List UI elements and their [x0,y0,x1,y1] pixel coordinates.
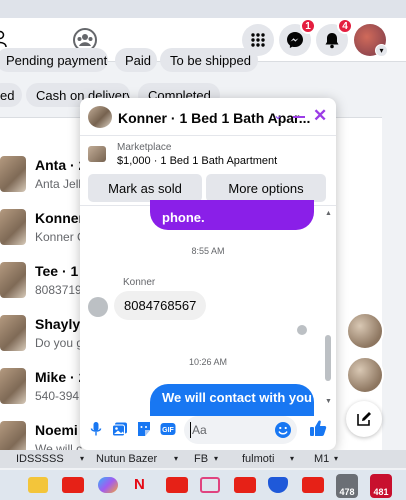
list-item-preview: Do you g [35,336,84,350]
image-icon[interactable] [112,421,128,437]
list-item-preview: 540-394 [35,389,80,403]
browser-top-strip [0,0,406,18]
bell-icon [325,32,339,48]
notifications-button[interactable]: 4 [316,18,353,56]
youtube-icon[interactable] [234,477,256,493]
read-receipt-avatar [297,325,307,335]
taskbar-app-badge[interactable]: 478 [336,474,358,498]
list-item-name: Konner [35,210,84,226]
list-item[interactable]: Mike · 2 540-394 [0,364,90,412]
list-item-preview: 8083719 [35,283,82,297]
youtube-icon[interactable] [302,477,324,493]
youtube-icon[interactable] [62,477,84,493]
list-item-preview: Konner C [35,230,86,244]
marketplace-listing-card: Marketplace $1,000 · 1 Bed 1 Bath Apartm… [80,136,336,206]
svg-text:GIF: GIF [162,427,174,434]
listing-thumbnail [0,262,26,298]
netflix-icon[interactable]: N [134,477,154,493]
taskbar-app-badge[interactable]: 481 [370,474,392,498]
bookmark-item[interactable]: fulmoti [242,453,274,465]
bookmark-item[interactable]: Nutun Bazer [96,453,157,465]
more-options-button[interactable]: More options [206,174,326,202]
outgoing-message[interactable]: phone. [150,200,314,230]
list-item[interactable]: Shaylyn Do you g [0,311,90,359]
notifications-badge: 4 [337,18,353,34]
messenger-icon [287,32,303,48]
snipping-tool-icon[interactable] [200,477,220,493]
message-input-placeholder: Aa [192,423,207,437]
list-item-name: Anta · 2 [35,157,87,173]
chat-header[interactable]: Konner · 1 Bed 1 Bath Apar... ⌄ ✕ [80,98,336,136]
chevron-down-icon[interactable]: ▾ [290,454,294,463]
message-input[interactable]: Aa [184,416,297,444]
messenger-button[interactable]: 1 [279,18,316,56]
listing-thumbnail [0,368,26,404]
youtube-icon[interactable] [166,477,188,493]
messenger-badge: 1 [300,18,316,34]
chat-head-avatar[interactable] [346,312,384,350]
listing-thumbnail [0,315,26,351]
list-item-name: Mike · 2 [35,369,87,385]
grid-icon [251,33,265,47]
gif-icon[interactable]: GIF [160,421,176,437]
filter-chip-pending-payment[interactable]: Pending payment [0,48,108,72]
chat-window: Konner · 1 Bed 1 Bath Apar... ⌄ ✕ Market… [80,98,336,450]
list-item[interactable]: Konner Konner C [0,205,90,253]
text-cursor [190,422,191,438]
message-timestamp: 10:26 AM [188,357,228,367]
filter-chip-paid[interactable]: Paid [115,48,157,72]
chevron-down-icon[interactable]: ▾ [375,44,388,57]
marketplace-label: Marketplace [117,142,172,153]
incoming-message[interactable]: 8084768567 [114,291,207,320]
microphone-icon[interactable] [88,421,104,437]
message-thread: phone. 8:55 AM Konner 8084768567 10:26 A… [80,200,336,416]
listing-thumbnail [88,146,106,162]
message-sender: Konner [123,277,156,288]
message-timestamp: 8:55 AM [191,246,225,256]
list-item-name: Noemi [35,422,78,438]
bookmark-item[interactable]: M1 [314,453,329,465]
message-composer: GIF Aa [80,410,336,450]
chevron-down-icon[interactable]: ▾ [334,454,338,463]
chevron-down-icon[interactable]: ▾ [174,454,178,463]
copilot-icon[interactable] [98,477,118,493]
list-item[interactable]: Anta · 2 Anta Jello [0,152,90,200]
chat-listing-avatar [88,106,112,128]
thread-scrollbar[interactable]: ▲ ▼ [323,208,333,408]
emoji-icon[interactable] [274,421,292,439]
listing-thumbnail [0,156,26,192]
new-message-button[interactable] [346,401,382,437]
people-icon[interactable] [0,30,10,48]
chevron-down-icon[interactable]: ▾ [80,454,84,463]
chat-head-avatar[interactable] [346,356,384,394]
close-icon[interactable]: ✕ [313,106,327,126]
listing-thumbnail [0,209,26,245]
bookmark-item[interactable]: IDSSSSS [16,453,64,465]
scrollbar-thumb[interactable] [325,335,331,381]
sticker-icon[interactable] [136,421,152,437]
bookmark-item[interactable]: FB [194,453,208,465]
bookmarks-bar: IDSSSSS ▾ Nutun Bazer ▾ FB ▾ fulmoti ▾ M… [0,450,406,468]
list-item[interactable]: Tee · 1 E 8083719 [0,258,92,306]
mark-as-sold-button[interactable]: Mark as sold [88,174,202,202]
minimize-icon[interactable] [293,116,305,118]
compose-icon [357,412,371,426]
filter-chip-to-be-shipped[interactable]: To be shipped [160,48,258,72]
thumbs-up-icon[interactable] [309,419,327,437]
sender-avatar [88,297,108,317]
chevron-down-icon[interactable]: ⌄ [273,108,283,122]
file-explorer-icon[interactable] [28,477,48,493]
chevron-down-icon[interactable]: ▾ [214,454,218,463]
filter-chip-partial[interactable]: ed [0,83,22,107]
shield-icon[interactable] [268,477,288,493]
listing-price-title[interactable]: $1,000 · 1 Bed 1 Bath Apartment [117,155,277,167]
os-taskbar: N 478 481 [0,470,406,500]
